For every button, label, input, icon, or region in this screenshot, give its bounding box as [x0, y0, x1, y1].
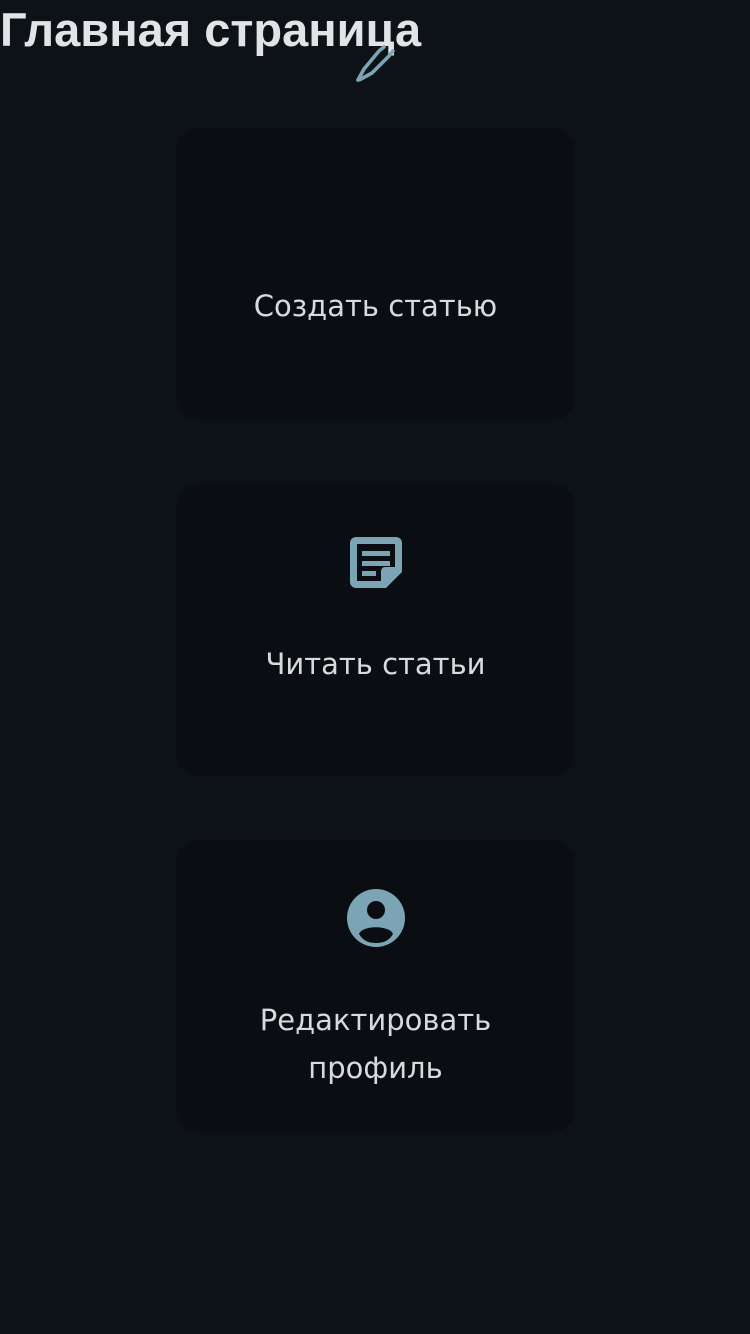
create-article-label: Создать статью — [253, 289, 498, 323]
edit-profile-label: Редактировать профиль — [259, 1003, 492, 1085]
note-icon — [348, 534, 404, 590]
edit-profile-button[interactable]: Редактировать профиль — [176, 840, 575, 1132]
pen-icon — [354, 40, 398, 84]
read-articles-button[interactable]: Читать статьи — [176, 484, 575, 776]
read-articles-label: Читать статьи — [265, 647, 486, 681]
create-article-button[interactable]: Создать статью — [176, 45, 575, 420]
account-circle-icon — [346, 888, 406, 948]
